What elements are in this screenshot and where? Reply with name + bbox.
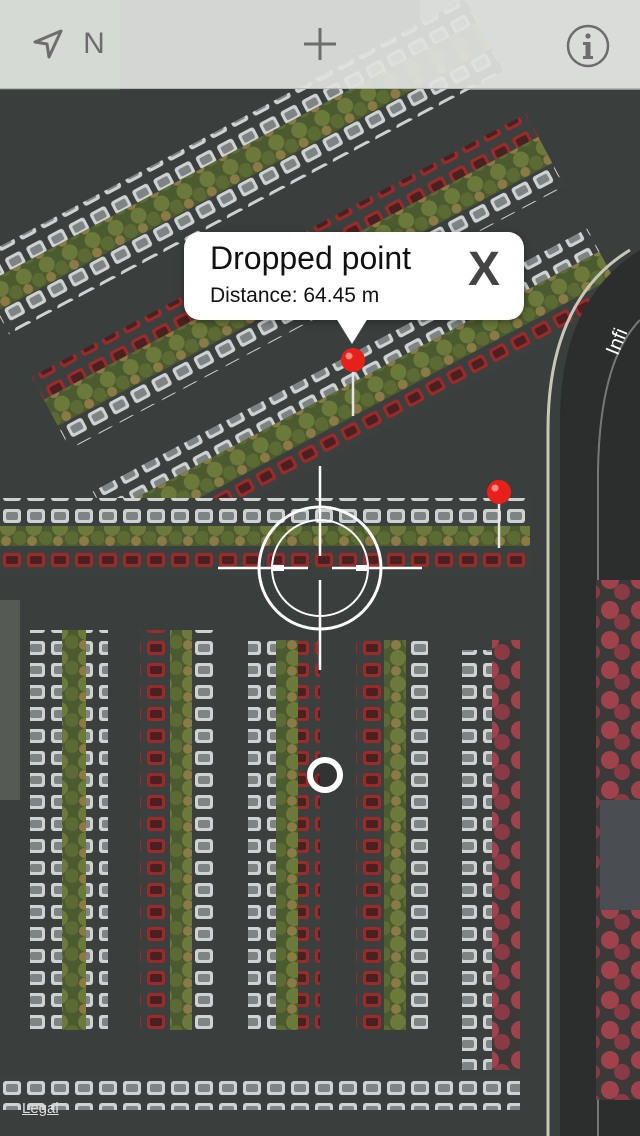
location-arrow-icon: [33, 29, 63, 59]
compass-button[interactable]: N: [74, 22, 114, 66]
plus-icon: [304, 28, 336, 60]
top-toolbar: N: [0, 0, 640, 89]
locate-button[interactable]: [26, 22, 70, 66]
dropped-pin-2[interactable]: [485, 478, 513, 558]
pin-callout[interactable]: Dropped point Distance: 64.45 m X: [184, 232, 524, 320]
info-icon: [566, 24, 610, 68]
callout-close-button[interactable]: X: [468, 242, 500, 297]
callout-title: Dropped point: [210, 240, 412, 276]
legal-link[interactable]: Legal: [22, 1100, 59, 1117]
info-button[interactable]: [562, 20, 614, 72]
current-location-marker[interactable]: [307, 757, 343, 793]
callout-distance: Distance: 64.45 m: [210, 284, 380, 307]
pin-icon: [341, 348, 365, 416]
compass-label: N: [83, 27, 105, 60]
pin-icon: [487, 480, 511, 548]
add-point-button[interactable]: [296, 20, 344, 68]
dropped-pin-1[interactable]: [339, 346, 367, 426]
callout-tail: [336, 318, 368, 344]
crosshair-reticle: [218, 466, 422, 670]
crosshair-icon: [218, 466, 422, 670]
